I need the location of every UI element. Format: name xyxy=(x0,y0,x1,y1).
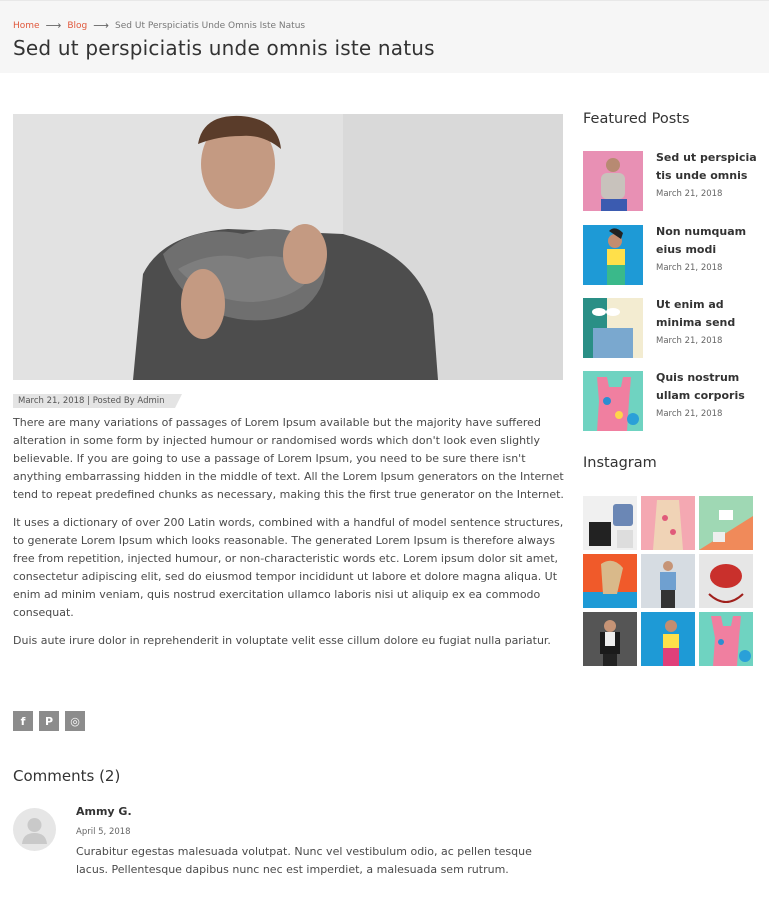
page-title: Sed ut perspiciatis unde omnis iste natu… xyxy=(13,36,435,60)
featured-post-item[interactable]: Non numquam eius modi March 21, 2018 xyxy=(583,225,763,286)
featured-post-date: March 21, 2018 xyxy=(656,336,723,346)
pinterest-share-button[interactable]: P xyxy=(39,711,59,731)
arrow-right-icon: ⟶ xyxy=(45,19,62,32)
featured-post-title[interactable]: Non numquam eius modi xyxy=(656,223,761,259)
article-paragraph: It uses a dictionary of over 200 Latin w… xyxy=(13,516,564,619)
instagram-photo[interactable] xyxy=(583,496,637,550)
featured-post-date: March 21, 2018 xyxy=(656,409,723,419)
post-hero-image xyxy=(13,114,563,380)
instagram-share-button[interactable]: ◎ xyxy=(65,711,85,731)
post-meta-tag: March 21, 2018 | Posted By Admin xyxy=(13,394,181,408)
comments-heading: Comments (2) xyxy=(13,767,121,785)
featured-post-date: March 21, 2018 xyxy=(656,189,723,199)
comment-text: Curabitur egestas malesuada volutpat. Nu… xyxy=(76,845,532,876)
article-paragraph: There are many variations of passages of… xyxy=(13,416,564,501)
facebook-share-button[interactable]: f xyxy=(13,711,33,731)
featured-post-item[interactable]: Sed ut perspicia tis unde omnis March 21… xyxy=(583,151,763,212)
featured-post-title[interactable]: Sed ut perspicia tis unde omnis xyxy=(656,149,761,185)
facebook-icon: f xyxy=(20,714,26,728)
instagram-heading: Instagram xyxy=(583,455,657,471)
page-header-bar: Home ⟶ Blog ⟶ Sed Ut Perspiciatis Unde O… xyxy=(0,0,769,73)
pinterest-icon: P xyxy=(44,714,54,728)
breadcrumb: Home ⟶ Blog ⟶ Sed Ut Perspiciatis Unde O… xyxy=(13,19,305,32)
instagram-photo[interactable] xyxy=(699,554,753,608)
featured-post-date: March 21, 2018 xyxy=(656,263,723,273)
featured-post-item[interactable]: Quis nostrum ullam corporis March 21, 20… xyxy=(583,371,763,432)
breadcrumb-blog-link[interactable]: Blog xyxy=(67,21,87,31)
breadcrumb-home-link[interactable]: Home xyxy=(13,21,40,31)
instagram-icon: ◎ xyxy=(70,714,80,728)
breadcrumb-current: Sed Ut Perspiciatis Unde Omnis Iste Natu… xyxy=(115,20,306,31)
comment-date: April 5, 2018 xyxy=(76,827,131,837)
comment-avatar xyxy=(13,808,56,851)
featured-post-title[interactable]: Ut enim ad minima send xyxy=(656,296,761,332)
instagram-photo[interactable] xyxy=(699,612,753,666)
featured-post-thumbnail[interactable] xyxy=(583,371,643,431)
featured-posts-heading: Featured Posts xyxy=(583,111,690,127)
instagram-photo[interactable] xyxy=(583,612,637,666)
instagram-photo[interactable] xyxy=(583,554,637,608)
instagram-photo[interactable] xyxy=(641,554,695,608)
instagram-photo[interactable] xyxy=(699,496,753,550)
instagram-photo[interactable] xyxy=(641,496,695,550)
featured-post-thumbnail[interactable] xyxy=(583,151,643,211)
featured-post-item[interactable]: Ut enim ad minima send March 21, 2018 xyxy=(583,298,763,359)
featured-post-title[interactable]: Quis nostrum ullam corporis xyxy=(656,369,761,405)
social-share-bar: f P ◎ xyxy=(13,711,85,731)
instagram-grid xyxy=(583,496,754,666)
article-paragraph: Duis aute irure dolor in reprehenderit i… xyxy=(13,634,551,647)
arrow-right-icon: ⟶ xyxy=(93,19,110,32)
instagram-photo[interactable] xyxy=(641,612,695,666)
featured-post-thumbnail[interactable] xyxy=(583,298,643,358)
article-body: There are many variations of passages of… xyxy=(13,414,565,660)
comment-author[interactable]: Ammy G. xyxy=(76,805,132,818)
featured-post-thumbnail[interactable] xyxy=(583,225,643,285)
